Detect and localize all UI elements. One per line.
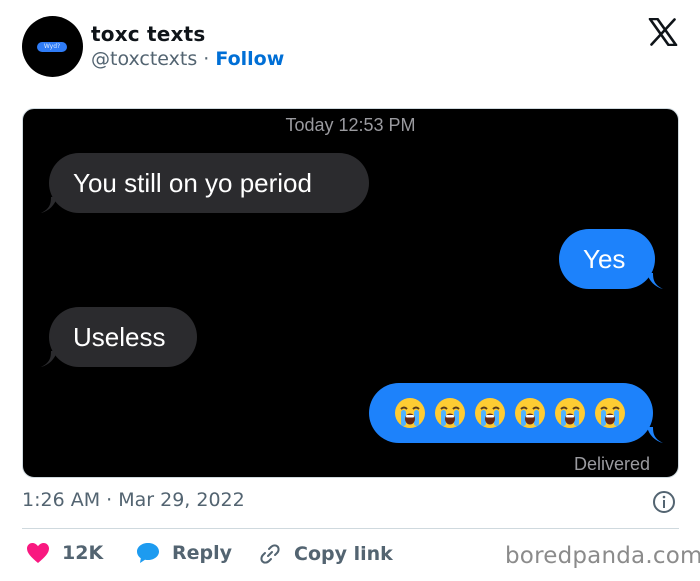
loudly-crying-face-icon	[395, 398, 425, 428]
post-timestamp[interactable]: 1:26 AM · Mar 29, 2022	[22, 489, 245, 511]
outgoing-bubble-tail	[647, 273, 663, 289]
loudly-crying-face-icon	[555, 398, 585, 428]
loudly-crying-face-icon	[515, 398, 545, 428]
like-button[interactable]: 12K	[26, 542, 103, 564]
loudly-crying-face-icon	[435, 398, 465, 428]
message-screenshot[interactable]: Today 12:53 PM You still on yo period Ye…	[22, 108, 679, 478]
follow-button[interactable]: Follow	[215, 48, 284, 70]
avatar-badge: Wyd?	[37, 42, 67, 52]
watermark: boredpanda.com	[505, 543, 700, 569]
loudly-crying-face-icon	[595, 398, 625, 428]
info-icon[interactable]	[652, 490, 676, 514]
author-handle[interactable]: @toxctexts	[91, 48, 197, 70]
incoming-message: Useless	[49, 307, 197, 367]
copy-link-label: Copy link	[294, 543, 393, 565]
incoming-message: You still on yo period	[49, 153, 369, 213]
outgoing-emoji-message	[369, 383, 653, 443]
outgoing-message: Yes	[559, 229, 655, 289]
handle-separator: ·	[203, 48, 210, 70]
author-handle-row: @toxctexts · Follow	[91, 48, 284, 70]
delivery-status: Delivered	[573, 454, 650, 474]
conversation-time: Today 12:53 PM	[285, 115, 416, 135]
copy-link-button[interactable]: Copy link	[258, 542, 393, 566]
divider	[22, 528, 679, 529]
reply-bubble-icon	[137, 543, 159, 563]
x-logo-icon[interactable]	[648, 18, 678, 46]
tweet-card: Wyd? toxc texts @toxctexts · Follow Toda…	[0, 0, 700, 581]
heart-icon	[27, 543, 49, 563]
incoming-bubble-tail	[41, 197, 57, 213]
author-display-name[interactable]: toxc texts	[91, 22, 206, 46]
link-icon	[260, 544, 280, 564]
reply-button[interactable]: Reply	[136, 542, 232, 564]
outgoing-bubble-tail	[647, 427, 663, 443]
reply-label: Reply	[172, 542, 233, 564]
incoming-bubble-tail	[41, 351, 57, 367]
emoji-row	[393, 396, 653, 430]
loudly-crying-face-icon	[475, 398, 505, 428]
like-count: 12K	[62, 542, 104, 564]
avatar[interactable]: Wyd?	[22, 16, 83, 77]
